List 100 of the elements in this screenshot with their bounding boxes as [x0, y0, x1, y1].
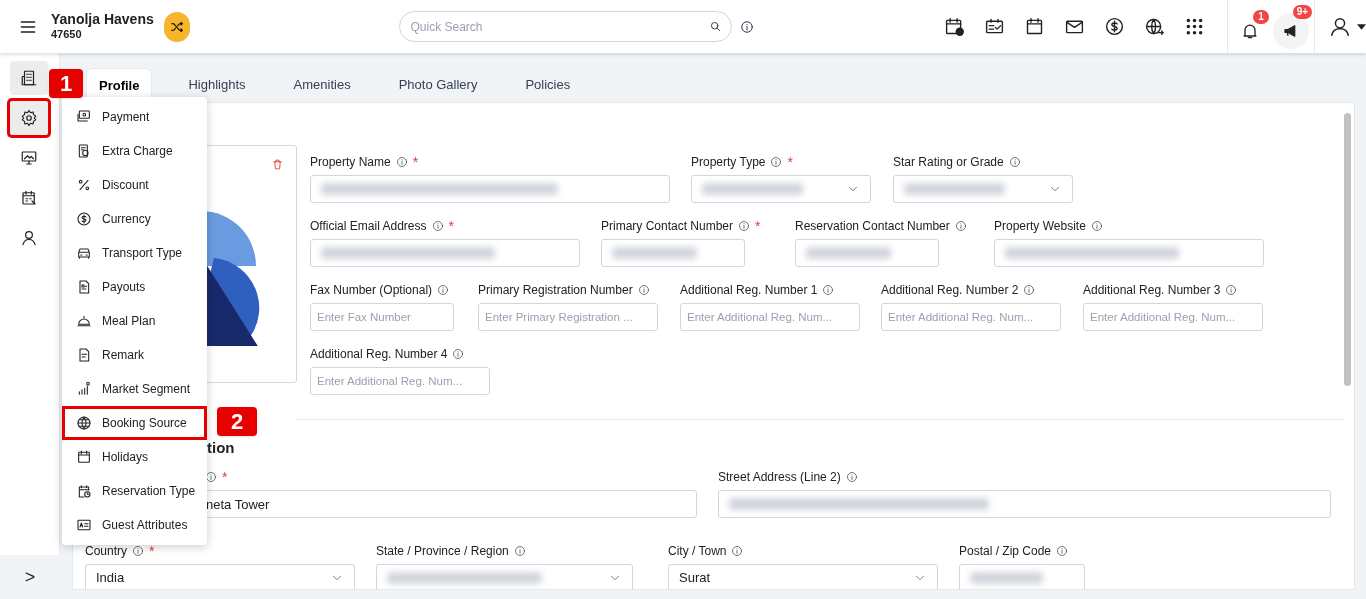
menu-item[interactable]: Remark [62, 338, 207, 372]
field-label: Additional Reg. Number 3 [1083, 282, 1221, 299]
input-field[interactable]: Enter Fax Number [310, 303, 454, 331]
info-icon [637, 284, 650, 296]
field-label: Star Rating or Grade [893, 154, 1004, 171]
info-icon [1008, 156, 1021, 168]
input-field[interactable] [994, 239, 1264, 267]
input-field[interactable]: Enter Primary Registration ... [478, 303, 658, 331]
field-label: City / Town [668, 543, 727, 560]
field-label: Property Website [994, 218, 1086, 235]
input-field[interactable] [601, 239, 745, 267]
input-field[interactable]: Enter Additional Reg. Num... [310, 367, 490, 395]
field-label: Property Name [310, 154, 391, 171]
calendar-edit-icon [20, 189, 38, 207]
info-icon [740, 19, 755, 34]
document-icon [76, 279, 92, 295]
tab[interactable]: Photo Gallery [386, 68, 490, 102]
tab[interactable]: Amenities [281, 68, 363, 102]
field-label: Additional Reg. Number 1 [680, 282, 818, 299]
bar-chart-icon [76, 381, 92, 397]
info-icon [1225, 284, 1238, 296]
property-id: 47650 [51, 28, 83, 43]
info-icon [954, 220, 967, 232]
input-field[interactable] [310, 175, 670, 203]
info-icon [205, 471, 217, 483]
info-icon [437, 284, 450, 296]
field-label: Postal / Zip Code [959, 543, 1052, 560]
dropdown-field[interactable] [691, 175, 871, 203]
info-icon [738, 220, 751, 232]
dropdown-field[interactable] [893, 175, 1073, 203]
search-icon [709, 20, 723, 33]
field-label: Official Email Address [310, 218, 427, 235]
menu-item[interactable]: Extra Charge [62, 134, 207, 168]
percent-icon [76, 177, 92, 193]
search-button[interactable] [709, 20, 723, 33]
tab[interactable]: Policies [513, 68, 583, 102]
field-label: Additional Reg. Number 4 [310, 346, 448, 363]
globe-button[interactable] [1144, 16, 1166, 37]
field-label: Primary Registration Number [478, 282, 633, 299]
info-icon [845, 471, 858, 483]
menu-item[interactable]: Discount [62, 168, 207, 202]
info-icon [731, 545, 744, 557]
required-mark: * [149, 544, 155, 558]
info-icon [1090, 220, 1103, 232]
field-label: Primary Contact Number [601, 218, 734, 235]
info-icon [822, 284, 835, 296]
dropdown-field[interactable] [376, 564, 633, 589]
car-icon [76, 245, 92, 261]
input-field[interactable]: Enter Additional Reg. Num... [680, 303, 860, 331]
menu-item[interactable]: Market Segment [62, 372, 207, 406]
note-icon [76, 347, 92, 363]
field-label: Reservation Contact Number [795, 218, 950, 235]
menu-item[interactable]: Currency [62, 202, 207, 236]
caret-icon [1357, 23, 1366, 30]
input-field[interactable] [718, 490, 1331, 518]
switch-property-button[interactable] [163, 11, 191, 42]
trash-icon [271, 158, 284, 171]
field-label: State / Province / Region [376, 543, 509, 560]
user-icon [1329, 15, 1351, 38]
menu-item[interactable]: Holidays [62, 440, 207, 474]
calendar-icon [76, 449, 92, 465]
calendar-plus-button[interactable] [944, 16, 966, 37]
user-icon [20, 229, 38, 247]
globe-icon [76, 415, 92, 431]
notifications-button[interactable]: 1 [1240, 9, 1269, 44]
sidebar-item[interactable] [10, 61, 48, 95]
dropdown-field[interactable]: Surat [668, 564, 938, 589]
input-field[interactable]: Enter Additional Reg. Num... [1083, 303, 1263, 331]
dollar-button[interactable] [1104, 16, 1126, 37]
info-icon [770, 156, 783, 168]
info-icon [513, 545, 526, 557]
info-icon [452, 348, 465, 360]
input-field[interactable] [959, 564, 1085, 589]
section-heading: tion [207, 438, 236, 457]
field-label: Additional Reg. Number 2 [881, 282, 1019, 299]
delete-button[interactable] [271, 158, 284, 171]
input-field[interactable] [310, 239, 580, 267]
dollar-icon [1104, 16, 1126, 37]
calendar-clock-icon [76, 483, 92, 499]
input-field[interactable] [795, 239, 939, 267]
expand-sidebar-button[interactable]: > [0, 555, 60, 599]
property-name: Yanolja Havens [51, 10, 154, 29]
info-icon [431, 220, 444, 232]
tab[interactable]: Highlights [176, 68, 258, 102]
menu-item[interactable]: Transport Type [62, 236, 207, 270]
required-mark: * [755, 219, 761, 233]
dropdown-field[interactable]: India [85, 564, 355, 589]
required-mark: * [412, 155, 419, 169]
scrollbar[interactable] [1344, 113, 1351, 386]
field-label: Street Address (Line 2) [718, 469, 841, 486]
step-badge: 2 [217, 407, 257, 436]
search-field[interactable]: Quick Search [399, 11, 733, 42]
user-menu-button[interactable] [1329, 15, 1366, 38]
menu-item[interactable]: Meal Plan [62, 304, 207, 338]
field-label: Country [85, 543, 128, 560]
dollar-icon [76, 211, 92, 227]
menu-item[interactable]: Payouts [62, 270, 207, 304]
gear-icon [20, 109, 38, 127]
field-label: Property Type [691, 154, 766, 171]
input-field[interactable]: Enter Additional Reg. Num... [881, 303, 1061, 331]
